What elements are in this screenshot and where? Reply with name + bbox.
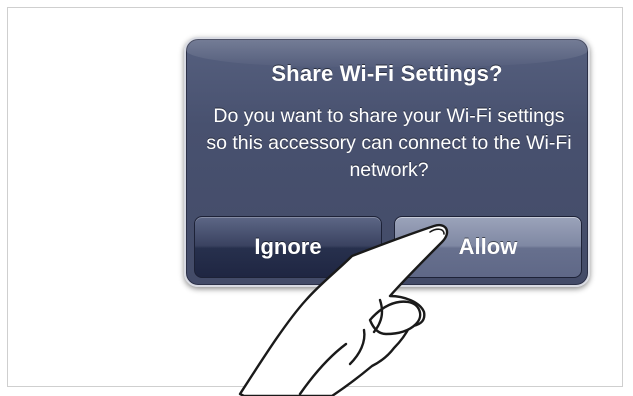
illustration-frame: Share Wi-Fi Settings? Do you want to sha… [7,7,623,387]
alert-message: Do you want to share your Wi-Fi settings… [206,105,572,181]
ignore-button[interactable]: Ignore [194,216,382,278]
alert-title: Share Wi-Fi Settings? [271,61,503,86]
share-wifi-alert-dialog: Share Wi-Fi Settings? Do you want to sha… [184,37,590,287]
allow-button[interactable]: Allow [394,216,582,278]
